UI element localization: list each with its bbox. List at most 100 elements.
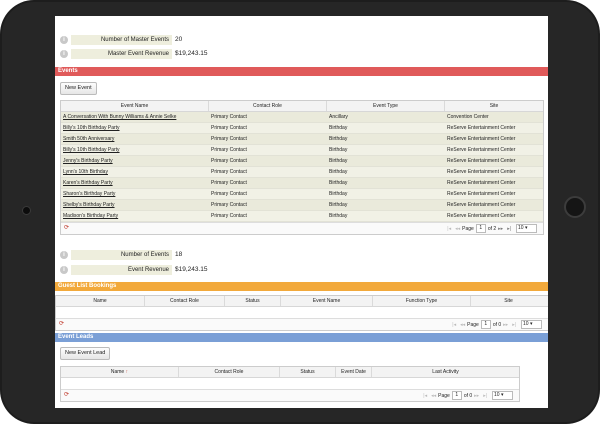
events-pager: ⟳ |◂ ◂◂ Page 1 of 2 ▸▸ ▸| 10 ▾: [61, 222, 543, 234]
cell-event-name[interactable]: Karen's Birthday Party: [61, 178, 209, 188]
camera-icon: [22, 206, 31, 215]
cell-contact-role: Primary Contact: [211, 147, 247, 153]
cell-event-name[interactable]: Smith 50th Anniversary: [61, 134, 209, 144]
column-header-name[interactable]: Name ↑: [61, 367, 179, 377]
events-grid-header: Event Name Contact Role Event Type Site: [61, 101, 543, 112]
column-header-function-type[interactable]: Function Type: [373, 296, 471, 306]
cell-event-name[interactable]: Lynn's 10th Birthday: [61, 167, 209, 177]
prev-page-icon[interactable]: ◂◂: [431, 393, 436, 399]
guest-grid-body: [56, 307, 548, 318]
next-page-icon[interactable]: ▸▸: [498, 226, 503, 232]
cell-site: ReServe Entertainment Center: [447, 191, 516, 197]
prev-page-icon[interactable]: ◂◂: [455, 226, 460, 232]
cell-site: ReServe Entertainment Center: [447, 158, 516, 164]
info-icon[interactable]: i: [60, 265, 68, 274]
table-row[interactable]: Karen's Birthday Party Primary Contact Bir…: [61, 178, 543, 189]
table-row[interactable]: Shelby's Birthday Party Primary Contact Bi…: [61, 200, 543, 211]
column-header-name[interactable]: Name: [56, 296, 145, 306]
column-header-status[interactable]: Status: [280, 367, 336, 377]
page-size-select[interactable]: 10 ▾: [516, 224, 537, 233]
cell-event-type: Birthday: [329, 202, 348, 208]
new-event-button[interactable]: New Event: [60, 82, 97, 95]
page-number-input[interactable]: 1: [480, 320, 491, 329]
stat-number-events: i Number of Events 18: [60, 249, 182, 260]
cell-contact-role: Primary Contact: [211, 136, 247, 142]
table-row[interactable]: Billy's 10th Birthday Party Primary Conta…: [61, 123, 543, 134]
cell-event-name[interactable]: Jenny's Birthday Party: [61, 156, 209, 166]
last-page-icon[interactable]: ▸|: [507, 226, 511, 232]
events-grid-body: A Conversation With Bunny Williams & Ann…: [61, 112, 543, 222]
cell-contact-role: Primary Contact: [211, 158, 247, 164]
tablet-frame: i Number of Master Events 20 i Master Ev…: [0, 0, 600, 424]
stat-master-revenue: i Master Event Revenue $19,243.15: [60, 48, 208, 59]
table-row[interactable]: A Conversation With Bunny Williams & Ann…: [61, 112, 543, 123]
guest-section-header: Guest List Bookings: [55, 282, 548, 291]
page-number-input[interactable]: 1: [451, 391, 462, 400]
table-row[interactable]: Smith 50th Anniversary Primary Contact Bir…: [61, 134, 543, 145]
first-page-icon[interactable]: |◂: [452, 322, 456, 328]
page-size-select[interactable]: 10 ▾: [492, 391, 513, 400]
table-row[interactable]: Billy's 10th Birthday Party Primary Conta…: [61, 145, 543, 156]
page-size-select[interactable]: 10 ▾: [521, 320, 542, 329]
first-page-icon[interactable]: |◂: [423, 393, 427, 399]
column-header-contact-role[interactable]: Contact Role: [209, 101, 327, 111]
column-header-event-type[interactable]: Event Type: [327, 101, 445, 111]
cell-contact-role: Primary Contact: [211, 180, 247, 186]
page-label: Page: [462, 225, 474, 232]
table-row[interactable]: Jenny's Birthday Party Primary Contact Bir…: [61, 156, 543, 167]
cell-event-type: Birthday: [329, 169, 348, 175]
stat-label: Number of Events: [71, 249, 172, 260]
new-event-lead-button[interactable]: New Event Lead: [60, 347, 111, 360]
column-header-event-date[interactable]: Event Date: [336, 367, 372, 377]
cell-event-name[interactable]: Billy's 10th Birthday Party: [61, 123, 209, 133]
events-grid: Event Name Contact Role Event Type Site …: [60, 100, 544, 235]
page-size-value: 10: [523, 321, 529, 327]
prev-page-icon[interactable]: ◂◂: [460, 322, 465, 328]
cell-site: ReServe Entertainment Center: [447, 180, 516, 186]
first-page-icon[interactable]: |◂: [447, 226, 451, 232]
info-icon[interactable]: i: [60, 49, 68, 58]
page-count: of 0: [492, 321, 502, 328]
cell-contact-role: Primary Contact: [211, 169, 247, 175]
refresh-icon[interactable]: ⟳: [64, 225, 69, 232]
cell-event-name[interactable]: A Conversation With Bunny Williams & Ann…: [61, 112, 209, 122]
page-number-input[interactable]: 1: [475, 224, 486, 233]
cell-event-name[interactable]: Shelby's Birthday Party: [61, 200, 209, 210]
cell-event-name[interactable]: Billy's 10th Birthday Party: [61, 145, 209, 155]
leads-grid: Name ↑ Contact Role Status Event Date La…: [60, 366, 520, 402]
page-count: of 2: [487, 225, 497, 232]
cell-site: ReServe Entertainment Center: [447, 136, 516, 142]
stat-value: 18: [175, 251, 183, 258]
refresh-icon[interactable]: ⟳: [64, 392, 69, 399]
next-page-icon[interactable]: ▸▸: [503, 322, 508, 328]
refresh-icon[interactable]: ⟳: [59, 321, 64, 328]
table-row[interactable]: Sharon's Birthday Party Primary Contact Bi…: [61, 189, 543, 200]
guest-grid: Name Contact Role Status Event Name Func…: [55, 295, 548, 331]
column-header-status[interactable]: Status: [225, 296, 281, 306]
table-row[interactable]: Lynn's 10th Birthday Primary Contact Birth…: [61, 167, 543, 178]
guest-pager: ⟳ |◂ ◂◂ Page 1 of 0 ▸▸ ▸| 10 ▾: [56, 318, 548, 330]
last-page-icon[interactable]: ▸|: [483, 393, 487, 399]
column-header-last-activity[interactable]: Last Activity: [372, 367, 519, 377]
info-icon[interactable]: i: [60, 35, 68, 44]
column-header-event-name[interactable]: Event Name: [61, 101, 209, 111]
cell-site: ReServe Entertainment Center: [447, 202, 516, 208]
page-size-value: 10: [518, 225, 524, 231]
column-header-event-name[interactable]: Event Name: [281, 296, 373, 306]
column-header-site[interactable]: Site: [471, 296, 546, 306]
page-label: Page: [467, 321, 479, 328]
column-header-contact-role[interactable]: Contact Role: [179, 367, 280, 377]
cell-event-type: Birthday: [329, 147, 348, 153]
cell-event-type: Ancillary: [329, 114, 348, 120]
last-page-icon[interactable]: ▸|: [512, 322, 516, 328]
page-count: of 0: [463, 392, 473, 399]
cell-event-name[interactable]: Madison's Birthday Party: [61, 211, 209, 221]
home-button[interactable]: [564, 196, 586, 218]
sort-ascending-icon[interactable]: ↑: [126, 369, 129, 375]
table-row[interactable]: Madison's Birthday Party Primary Contact B…: [61, 211, 543, 222]
cell-event-name[interactable]: Sharon's Birthday Party: [61, 189, 209, 199]
info-icon[interactable]: i: [60, 250, 68, 259]
column-header-site[interactable]: Site: [445, 101, 543, 111]
column-header-contact-role[interactable]: Contact Role: [145, 296, 225, 306]
next-page-icon[interactable]: ▸▸: [474, 393, 479, 399]
